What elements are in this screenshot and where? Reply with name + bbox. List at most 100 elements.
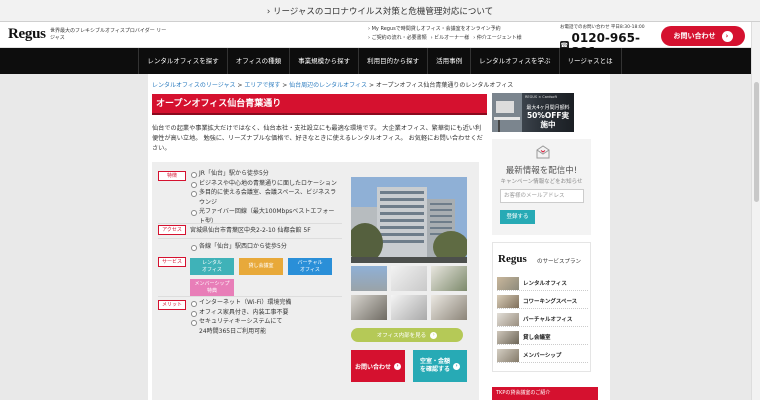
divider bbox=[158, 296, 342, 297]
access-label: アクセス bbox=[158, 225, 186, 235]
arrow-right-icon: › bbox=[430, 331, 438, 339]
thumbnail[interactable] bbox=[391, 295, 427, 320]
thumbnail[interactable] bbox=[431, 266, 467, 291]
contract-flow-link[interactable]: › ご契約の流れ・必要書類 bbox=[368, 34, 427, 43]
arrow-right-icon: › bbox=[394, 362, 401, 370]
check-availability-button[interactable]: 空室・金額 を確認する › bbox=[413, 350, 467, 382]
inquiry-label: お問い合わせ bbox=[354, 363, 391, 371]
feature-item: JR「仙台」駅から徒歩5分 bbox=[190, 169, 340, 179]
mail-icon bbox=[536, 145, 550, 159]
arrow-right-icon: › bbox=[453, 362, 460, 370]
merit-item: セキュリティキーシステムにて 24時間365日ご利用可能 bbox=[190, 317, 340, 336]
thumbnail[interactable] bbox=[391, 266, 427, 291]
building-illustration bbox=[351, 177, 467, 263]
breadcrumb-home[interactable]: レンタルオフィスのリージャス bbox=[152, 82, 235, 89]
campaign-banner[interactable]: REGUS × Cardsoft 最大4ヶ月間月額料 50%OFF実施中 bbox=[492, 93, 574, 132]
plan-item-label: 貸し会議室 bbox=[523, 335, 551, 341]
divider bbox=[158, 223, 342, 224]
arrow-right-icon: › bbox=[721, 30, 733, 42]
register-button[interactable]: 登録する bbox=[500, 210, 535, 224]
newsletter-title: 最新情報を配信中! bbox=[505, 166, 578, 176]
plan-item-meeting-room[interactable]: 貸し会議室 bbox=[497, 330, 588, 345]
contact-button[interactable]: お問い合わせ › bbox=[661, 26, 745, 46]
features-label: 特徴 bbox=[158, 171, 186, 181]
plan-item-label: コワーキングスペース bbox=[523, 299, 578, 305]
plan-item-membership[interactable]: メンバーシップ bbox=[497, 348, 588, 363]
office-desk-illustration bbox=[492, 93, 522, 132]
thumbnail[interactable] bbox=[351, 295, 387, 320]
nav-item-learn[interactable]: レンタルオフィスを学ぶ bbox=[471, 48, 560, 74]
tagline: 世界最大のフレキシブルオフィスプロバイダー リージャス bbox=[50, 28, 167, 41]
availability-label: 空室・金額 を確認する bbox=[419, 358, 450, 373]
service-meeting-room[interactable]: 貸し会議室 bbox=[239, 258, 283, 275]
email-input[interactable]: お客様のメールアドレス bbox=[500, 189, 584, 203]
features-list: JR「仙台」駅から徒歩5分 ビジネスや中心地の青葉通りに面したロケーション 多目… bbox=[190, 169, 340, 227]
scrollbar[interactable] bbox=[751, 22, 760, 400]
feature-item: 多目的に使える会議室、会議スペース、ビジネスラウンジ bbox=[190, 188, 340, 207]
building-photo[interactable] bbox=[351, 177, 467, 263]
plan-thumbnail bbox=[497, 276, 519, 290]
thumbnail[interactable] bbox=[351, 266, 387, 291]
plan-thumbnail bbox=[497, 312, 519, 326]
breadcrumb-sendai[interactable]: 仙台周辺のレンタルオフィス bbox=[289, 82, 367, 89]
plan-item-coworking[interactable]: コワーキングスペース bbox=[497, 294, 588, 309]
divider bbox=[158, 238, 342, 239]
merits-label: メリット bbox=[158, 300, 186, 310]
view-office-button[interactable]: オフィス内部を見る › bbox=[351, 328, 463, 342]
service-plan-box: Regus のサービスプラン レンタルオフィス コワーキングスペース バーチャル… bbox=[492, 242, 591, 372]
plan-thumbnail bbox=[497, 348, 519, 362]
plan-item-label: レンタルオフィス bbox=[523, 281, 567, 287]
plan-item-rental-office[interactable]: レンタルオフィス bbox=[497, 276, 588, 291]
header-links: › My Regusで時間貸しオフィス・会議室をオンライン予約 › ご契約の流れ… bbox=[368, 25, 548, 43]
merits-list: インターネット（Wi-Fi）環境完備 オフィス家具付き、内装工事不要 セキュリテ… bbox=[190, 298, 340, 336]
plan-item-virtual-office[interactable]: バーチャルオフィス bbox=[497, 312, 588, 327]
plan-thumbnail bbox=[497, 294, 519, 308]
regus-logo[interactable]: Regus bbox=[8, 26, 46, 43]
nav-item-business-size[interactable]: 事業規模から探す bbox=[290, 48, 360, 74]
notice-link[interactable]: › リージャスのコロナウイルス対策と危機管理対応について bbox=[267, 5, 493, 17]
feature-item: ビジネスや中心地の青葉通りに面したロケーション bbox=[190, 179, 340, 189]
page: › リージャスのコロナウイルス対策と危機管理対応について Regus 世界最大の… bbox=[0, 0, 760, 400]
services-grid: レンタル オフィス 貸し会議室 バーチャル オフィス メンバーシップ 特典 bbox=[190, 258, 340, 296]
breadcrumb-current: オープンオフィス仙台青葉通りのレンタルオフィス bbox=[375, 82, 514, 89]
photo-thumbnails bbox=[351, 266, 467, 320]
thumbnail[interactable] bbox=[431, 295, 467, 320]
view-office-label: オフィス内部を見る bbox=[376, 333, 427, 339]
service-membership[interactable]: メンバーシップ 特典 bbox=[190, 279, 234, 296]
site-header: Regus 世界最大のフレキシブルオフィスプロバイダー リージャス › My R… bbox=[0, 22, 760, 59]
banner-brand: REGUS × Cardsoft bbox=[525, 95, 557, 99]
plan-title: のサービスプラン bbox=[537, 259, 582, 265]
contact-button-label: お問い合わせ bbox=[673, 32, 716, 40]
access-item: 各線「仙台」駅西口から徒歩5分 bbox=[190, 242, 340, 252]
banner-text: 最大4ヶ月間月額料 50%OFF実施中 bbox=[524, 105, 572, 130]
merit-item: オフィス家具付き、内装工事不要 bbox=[190, 308, 340, 318]
inquiry-button[interactable]: お問い合わせ › bbox=[351, 350, 405, 382]
building-owner-link[interactable]: › ビルオーナー様 bbox=[431, 34, 470, 43]
newsletter-subtitle: キャンペーン情報などをお知らせ bbox=[500, 179, 583, 185]
plan-item-label: メンバーシップ bbox=[523, 353, 562, 359]
page-title: オープンオフィス仙台青葉通り bbox=[152, 94, 487, 115]
notice-bar[interactable]: › リージャスのコロナウイルス対策と危機管理対応について bbox=[0, 0, 760, 22]
access-list: 各線「仙台」駅西口から徒歩5分 bbox=[190, 242, 340, 252]
nav-item-cases[interactable]: 活用事例 bbox=[428, 48, 472, 74]
banner-line-2: 50%OFF実施中 bbox=[526, 111, 570, 129]
plan-logo: Regus bbox=[498, 253, 527, 265]
agent-link[interactable]: › 仲介エージェント様 bbox=[473, 34, 522, 43]
nav-item-about[interactable]: リージャスとは bbox=[560, 48, 622, 74]
scrollbar-thumb[interactable] bbox=[754, 82, 759, 202]
newsletter-box: 最新情報を配信中! キャンペーン情報などをお知らせ お客様のメールアドレス 登録… bbox=[492, 139, 591, 235]
nav-item-purpose[interactable]: 利用目的から探す bbox=[359, 48, 429, 74]
service-virtual-office[interactable]: バーチャル オフィス bbox=[288, 258, 332, 275]
access-address: 宮城県仙台市青葉区中央2-2-10 仙都会館 5F bbox=[190, 227, 311, 234]
services-label: サービス bbox=[158, 257, 186, 267]
main-nav: レンタルオフィスを探す オフィスの種類 事業規模から探す 利用目的から探す 活用… bbox=[0, 48, 760, 74]
nav-item-search[interactable]: レンタルオフィスを探す bbox=[138, 48, 228, 74]
nav-item-office-types[interactable]: オフィスの種類 bbox=[228, 48, 291, 74]
myregus-link[interactable]: › My Regusで時間貸しオフィス・会議室をオンライン予約 bbox=[368, 25, 548, 34]
service-rental-office[interactable]: レンタル オフィス bbox=[190, 258, 234, 275]
merit-item: インターネット（Wi-Fi）環境完備 bbox=[190, 298, 340, 308]
tkp-banner[interactable]: TKPの貸会議室のご紹介 bbox=[492, 387, 598, 400]
breadcrumb-area[interactable]: エリアで探す bbox=[244, 82, 280, 89]
intro-text: 仙台での起業や事業拡大だけではなく、仙台本社・支社設立にも最適な環境です。 大企… bbox=[152, 125, 483, 152]
breadcrumb: レンタルオフィスのリージャス > エリアで探す > 仙台周辺のレンタルオフィス … bbox=[152, 82, 514, 89]
